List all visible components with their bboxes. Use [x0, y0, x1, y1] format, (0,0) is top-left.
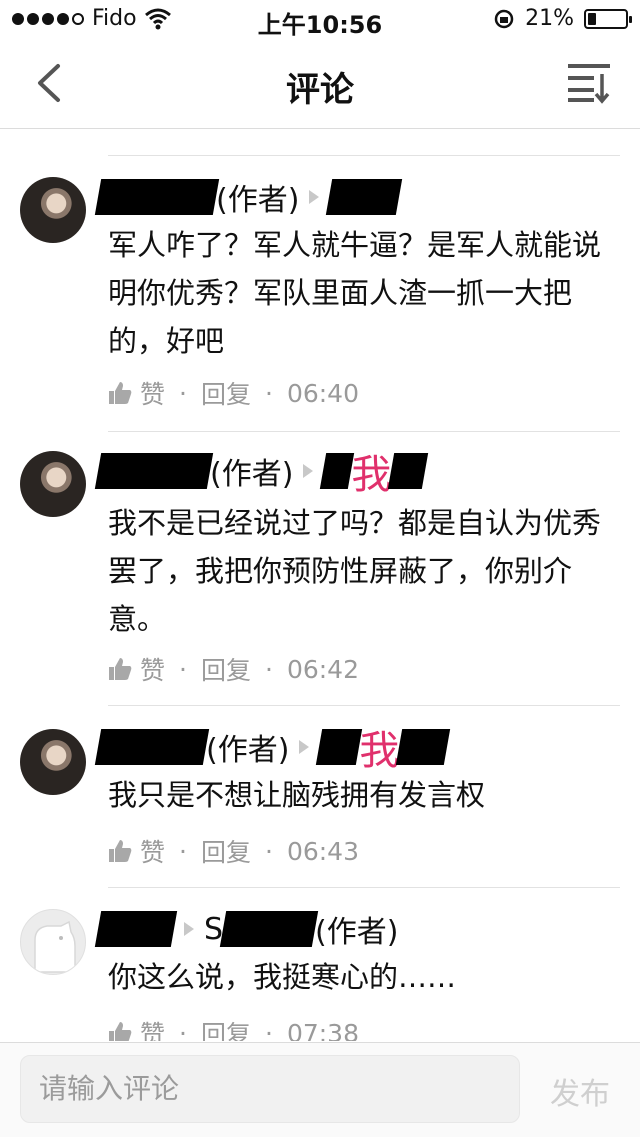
author-tag: (作者) — [315, 915, 399, 950]
battery-icon — [584, 8, 632, 29]
comment-actions: 赞 · 回复 · 06:43 — [108, 833, 359, 869]
comment-time: 06:42 — [286, 654, 359, 684]
avatar[interactable] — [20, 729, 86, 795]
author-tag: (作者) — [206, 733, 290, 768]
divider — [108, 705, 620, 706]
redacted-username — [94, 911, 178, 947]
comment-time: 06:43 — [286, 836, 359, 866]
page-title: 评论 — [286, 70, 354, 110]
reply-arrow-icon — [303, 464, 314, 478]
comment-list[interactable]: (作者) 军人咋了？军人就牛逼？是军人就能说明你优秀？军队里面人渣一抓一大把的，… — [0, 129, 640, 1041]
reply-target-label: 我 — [351, 452, 392, 498]
comment-header: (作者) 我 — [94, 451, 429, 498]
redacted-target — [316, 729, 363, 765]
redacted-target — [388, 453, 429, 489]
nav-bar: 评论 — [0, 40, 640, 129]
redacted-username — [94, 729, 210, 765]
comment-actions: 赞 · 回复 · 06:42 — [108, 651, 359, 687]
battery-percent: 21% — [525, 6, 574, 31]
divider — [108, 431, 620, 432]
redacted-username — [94, 453, 214, 489]
reply-arrow-icon — [309, 190, 320, 204]
reply-arrow-icon — [299, 740, 310, 754]
divider — [108, 887, 620, 888]
redacted-target — [396, 729, 451, 765]
comment-composer: 请输入评论 发布 — [0, 1042, 640, 1137]
redacted-username — [94, 179, 220, 215]
comment-time: 06:40 — [286, 378, 359, 408]
like-button[interactable]: 赞 — [140, 1015, 165, 1041]
comment-actions: 赞 · 回复 · 07:38 — [108, 1015, 359, 1041]
reply-button[interactable]: 回复 — [201, 375, 251, 411]
reply-button[interactable]: 回复 — [201, 1015, 251, 1041]
comment-text: 军人咋了？军人就牛逼？是军人就能说明你优秀？军队里面人渣一抓一大把的，好吧 — [108, 228, 602, 358]
thumbs-up-icon[interactable] — [108, 657, 132, 681]
redacted-target — [326, 179, 403, 215]
like-button[interactable]: 赞 — [140, 833, 165, 869]
redacted-target — [219, 911, 319, 947]
comment-input[interactable]: 请输入评论 — [20, 1055, 520, 1123]
thumbs-up-icon[interactable] — [108, 381, 132, 405]
like-button[interactable]: 赞 — [140, 651, 165, 687]
status-bar: Fido 上午10:56 21% — [0, 0, 640, 40]
reply-button[interactable]: 回复 — [201, 651, 251, 687]
comment-text: 我不是已经说过了吗？都是自认为优秀罢了，我把你预防性屏蔽了，你别介意。 — [108, 506, 602, 636]
rotation-lock-icon — [494, 9, 514, 28]
publish-button[interactable]: 发布 — [550, 1069, 610, 1113]
thumbs-up-icon[interactable] — [108, 839, 132, 863]
comment-text: 我只是不想让脑残拥有发言权 — [108, 778, 486, 812]
avatar[interactable] — [20, 909, 86, 975]
reply-target-label: 我 — [359, 728, 400, 774]
comment-time: 07:38 — [286, 1018, 359, 1042]
avatar[interactable] — [20, 177, 86, 243]
comment-header: (作者) 我 — [94, 727, 451, 774]
sort-icon[interactable] — [566, 60, 612, 104]
default-avatar-icon — [34, 920, 76, 973]
author-tag: (作者) — [216, 183, 300, 218]
thumbs-up-icon[interactable] — [108, 1021, 132, 1041]
author-tag: (作者) — [210, 457, 294, 492]
avatar[interactable] — [20, 451, 86, 517]
reply-arrow-icon — [184, 922, 194, 936]
comment-actions: 赞 · 回复 · 06:40 — [108, 375, 359, 411]
comment-header: S (作者) — [94, 909, 399, 950]
redacted-target — [320, 453, 355, 489]
reply-button[interactable]: 回复 — [201, 833, 251, 869]
divider — [108, 155, 620, 156]
comment-header: (作者) — [94, 177, 403, 218]
status-right: 21% — [493, 6, 632, 31]
like-button[interactable]: 赞 — [140, 375, 165, 411]
comment-text: 你这么说，我挺寒心的…… — [108, 960, 457, 994]
